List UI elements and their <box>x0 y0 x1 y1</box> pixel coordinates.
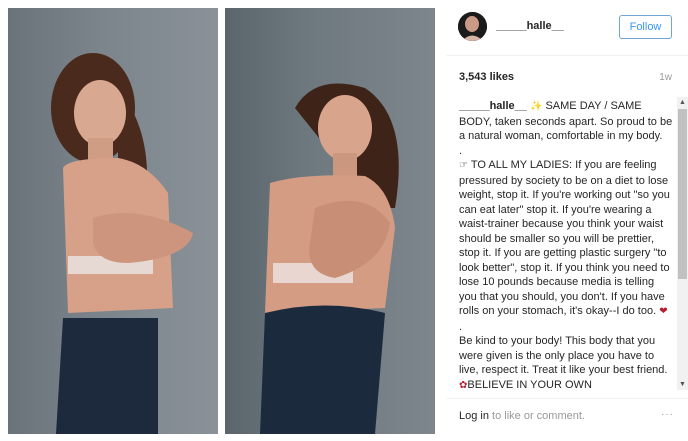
heart-icon: ❤ <box>659 306 668 317</box>
caption-paragraph-2: TO ALL MY LADIES: If you are feeling pre… <box>459 159 670 317</box>
follow-button[interactable]: Follow <box>619 15 672 39</box>
photo-before <box>8 8 218 434</box>
caption-paragraph-3-end: BELIEVE IN YOUR OWN <box>467 378 592 390</box>
caption-paragraph-3: Be kind to your body! This body that you… <box>459 335 668 376</box>
caption-scrollbar[interactable]: ▲ ▼ <box>677 97 688 390</box>
post-timestamp: 1w <box>659 72 672 83</box>
post-header: _____halle__ Follow <box>447 0 688 56</box>
caption: _____halle__ ✨ SAME DAY / SAME BODY, tak… <box>459 99 673 389</box>
post-image[interactable] <box>0 0 437 441</box>
caption-author[interactable]: _____halle__ <box>459 100 527 112</box>
more-options-icon[interactable]: ··· <box>661 409 674 420</box>
avatar[interactable] <box>458 12 487 41</box>
sparkles-icon: ✨ <box>529 101 543 112</box>
login-text: to like or comment. <box>488 410 585 422</box>
post-footer: Log in to like or comment. ··· <box>447 398 688 434</box>
scroll-down-icon[interactable]: ▼ <box>677 379 688 390</box>
pointing-hand-icon: ☞ <box>459 160 468 171</box>
username[interactable]: _____halle__ <box>496 20 564 32</box>
photo-after <box>225 8 435 434</box>
post-sidebar: _____halle__ Follow 3,543 likes 1w _____… <box>447 0 688 441</box>
login-link[interactable]: Log in <box>459 410 489 422</box>
scroll-up-icon[interactable]: ▲ <box>677 97 688 108</box>
login-prompt: Log in to like or comment. <box>459 410 585 422</box>
caption-dot-1: . <box>459 144 463 157</box>
likes-count[interactable]: 3,543 likes <box>459 71 514 83</box>
caption-dot-2: . <box>459 320 463 333</box>
scroll-thumb[interactable] <box>678 109 687 279</box>
